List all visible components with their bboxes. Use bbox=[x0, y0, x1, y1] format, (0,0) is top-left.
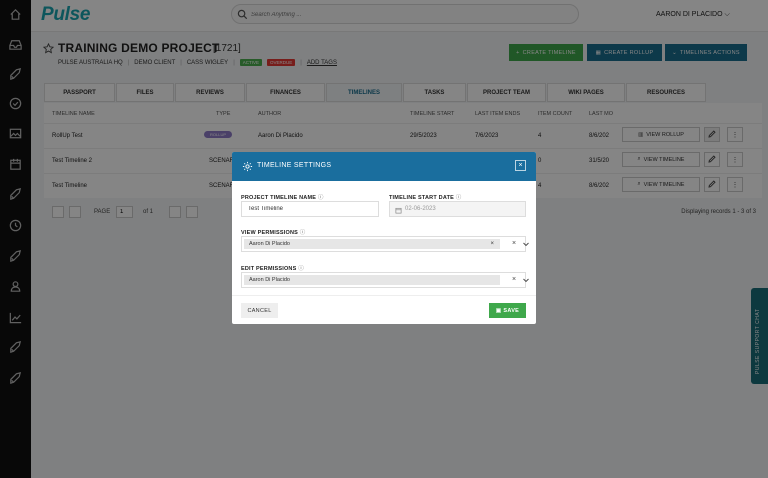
view-permission-chip: Aaron Di Placido × bbox=[244, 239, 500, 249]
chevron-down-icon[interactable] bbox=[523, 278, 529, 283]
timeline-name-input[interactable] bbox=[241, 201, 379, 217]
clear-icon[interactable]: × bbox=[512, 240, 516, 247]
start-date-label: TIMELINE START DATE ⓘ bbox=[389, 193, 461, 201]
clear-icon[interactable]: × bbox=[512, 276, 516, 283]
close-button[interactable]: × bbox=[515, 160, 526, 171]
modal-footer: CANCEL ▣ SAVE bbox=[232, 295, 536, 324]
chip-label: Aaron Di Placido bbox=[249, 241, 290, 247]
start-date-value: 02-06-2023 bbox=[405, 206, 436, 212]
start-date-input[interactable]: 02-06-2023 bbox=[389, 201, 526, 217]
gear-icon bbox=[242, 161, 253, 172]
save-label: SAVE bbox=[503, 307, 520, 314]
close-icon: × bbox=[518, 162, 523, 169]
edit-permissions-label: EDIT PERMISSIONS ⓘ bbox=[241, 264, 304, 272]
modal-header: TIMELINE SETTINGS × bbox=[232, 152, 536, 181]
timeline-settings-modal: TIMELINE SETTINGS × PROJECT TIMELINE NAM… bbox=[232, 152, 536, 324]
chip-label: Aaron Di Placido bbox=[249, 277, 290, 283]
cancel-button[interactable]: CANCEL bbox=[241, 303, 278, 318]
view-permissions-select[interactable]: Aaron Di Placido × × bbox=[241, 236, 529, 252]
edit-permissions-select[interactable]: Aaron Di Placido × bbox=[241, 272, 529, 288]
chip-remove-icon[interactable]: × bbox=[490, 239, 494, 249]
edit-permission-chip: Aaron Di Placido bbox=[244, 275, 500, 285]
modal-title: TIMELINE SETTINGS bbox=[257, 162, 332, 169]
chevron-down-icon[interactable] bbox=[523, 242, 529, 247]
save-button[interactable]: ▣ SAVE bbox=[489, 303, 526, 318]
save-icon: ▣ bbox=[495, 307, 502, 314]
view-permissions-label: VIEW PERMISSIONS ⓘ bbox=[241, 228, 305, 236]
calendar-icon bbox=[395, 206, 402, 214]
timeline-name-label: PROJECT TIMELINE NAME ⓘ bbox=[241, 193, 324, 201]
